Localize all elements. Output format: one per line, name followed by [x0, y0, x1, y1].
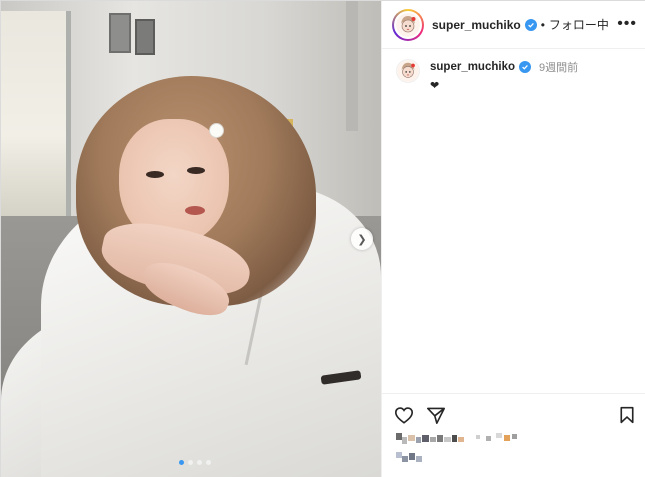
post-header: super_muchiko • フォロー中 ••• — [382, 1, 645, 49]
header-separator: • — [540, 17, 545, 32]
carousel-indicator — [179, 460, 211, 465]
verified-badge-icon — [524, 18, 537, 31]
carousel-dot-active — [179, 460, 184, 465]
photo-background-window — [1, 11, 71, 226]
likes-summary-pixelated — [396, 433, 521, 447]
comment-timestamp[interactable]: 9週間前 — [539, 59, 578, 75]
paper-plane-icon[interactable] — [426, 406, 446, 429]
bookmark-icon[interactable] — [619, 406, 635, 429]
more-options-icon[interactable]: ••• — [617, 16, 637, 32]
caption-comment: super_muchiko 9週間前 ❤ — [396, 59, 578, 92]
post-actions — [382, 393, 645, 433]
following-button[interactable]: フォロー中 — [549, 16, 609, 33]
post-photo[interactable]: ❯ — [1, 1, 381, 477]
avatar-illustration-icon — [397, 60, 419, 82]
photo-background-meter — [135, 19, 155, 55]
carousel-dot — [197, 460, 202, 465]
chevron-right-icon: ❯ — [357, 233, 367, 246]
post-date-pixelated — [396, 452, 426, 464]
avatar-illustration-icon — [396, 12, 420, 37]
photo-eye — [187, 167, 205, 174]
carousel-dot — [188, 460, 193, 465]
post-sidebar: super_muchiko • フォロー中 ••• super_muchiko … — [381, 1, 645, 477]
comment-meta: super_muchiko 9週間前 — [430, 59, 578, 75]
photo-background-pipe — [346, 1, 358, 131]
carousel-dot — [206, 460, 211, 465]
header-username[interactable]: super_muchiko — [432, 18, 521, 32]
profile-avatar-ring[interactable] — [392, 8, 424, 41]
avatar — [394, 10, 422, 39]
photo-earring — [209, 123, 224, 138]
comment-caption: ❤ — [430, 80, 440, 92]
photo-eye — [146, 171, 164, 178]
photo-lips — [185, 206, 205, 215]
photo-background-meter — [109, 13, 131, 53]
comment-body: super_muchiko 9週間前 ❤ — [430, 59, 578, 92]
heart-icon[interactable] — [394, 406, 414, 429]
verified-badge-icon — [519, 61, 531, 73]
comment-username[interactable]: super_muchiko — [430, 61, 515, 73]
post-frame: ❯ super_muchiko • フォロー中 ••• super_muchik… — [0, 0, 645, 477]
avatar[interactable] — [396, 59, 420, 83]
carousel-next-button[interactable]: ❯ — [351, 228, 373, 250]
